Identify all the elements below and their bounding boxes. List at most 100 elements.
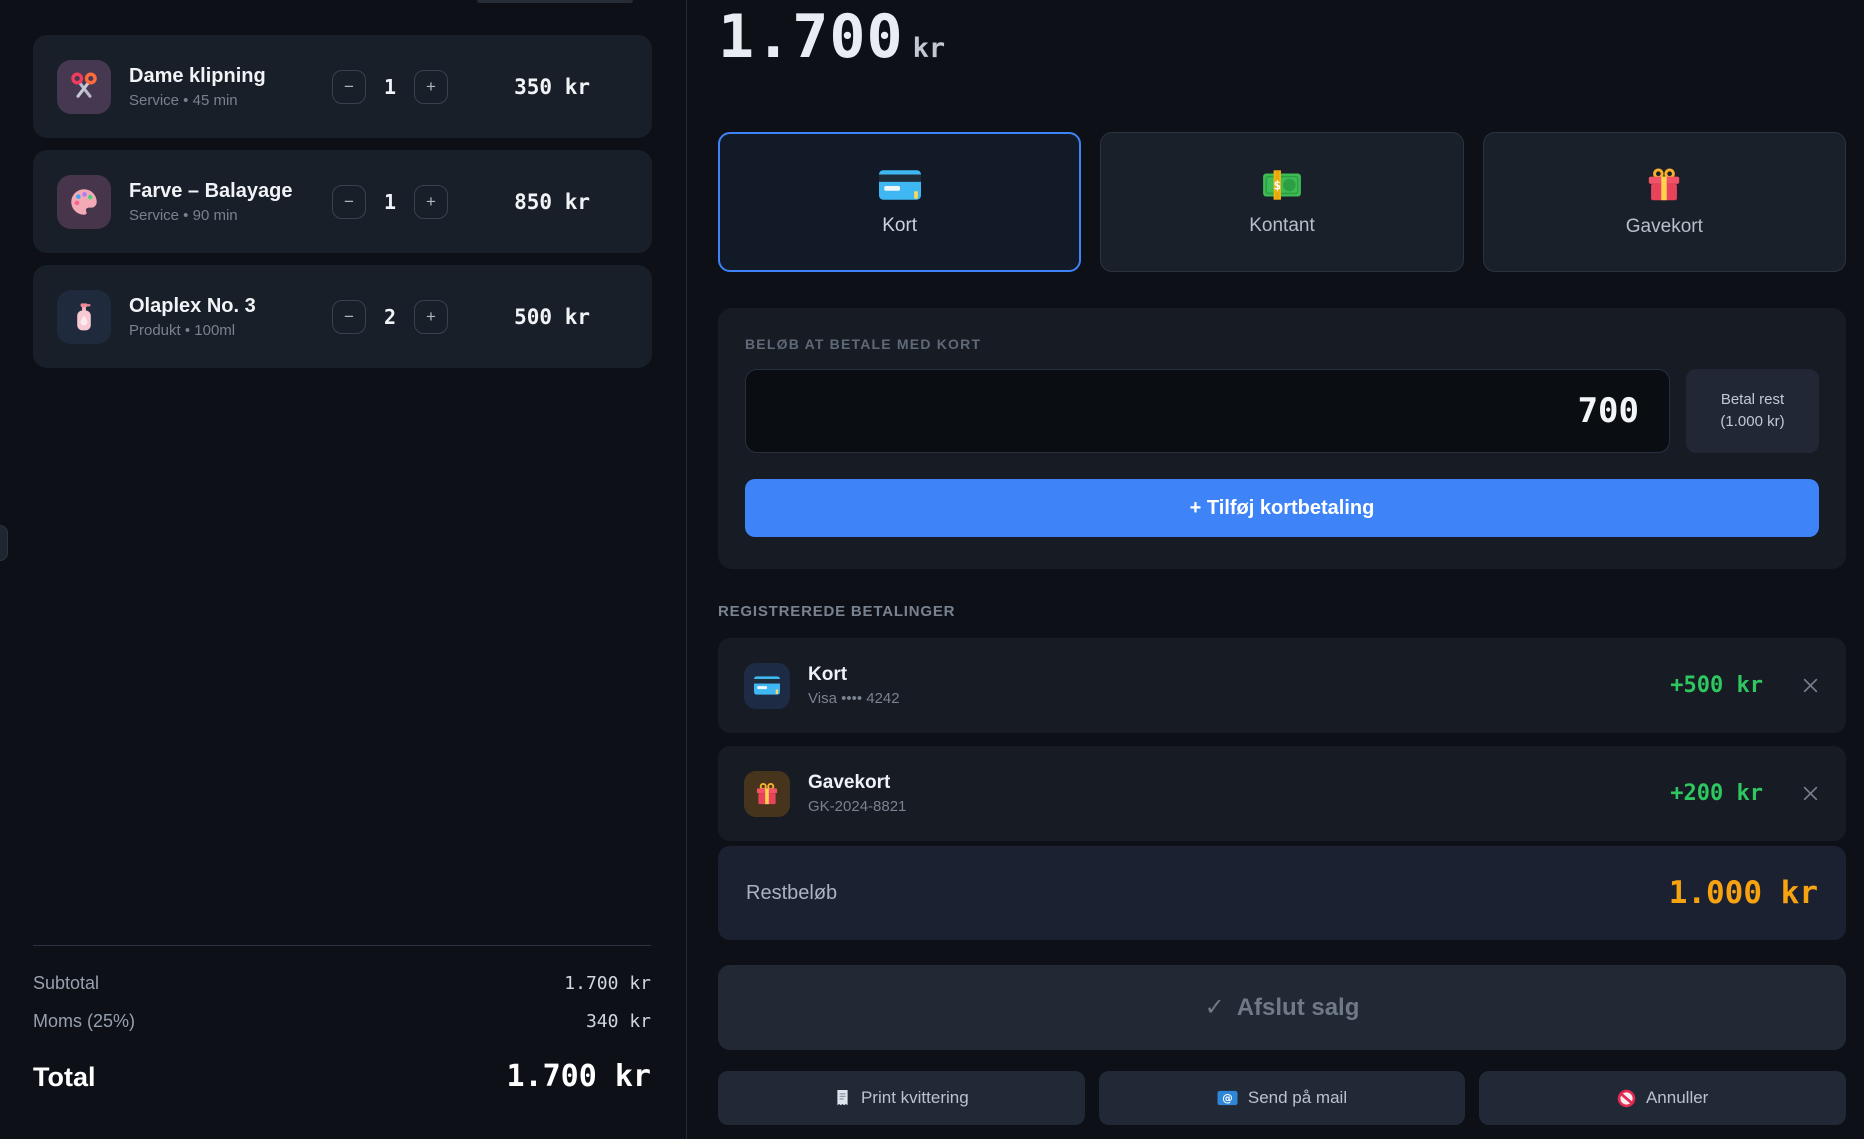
pos-checkout-screen: Dame klipning Service • 45 min − 1 + 350… xyxy=(0,0,1864,1139)
remainder-row: Restbeløb 1.000 kr xyxy=(718,846,1846,940)
item-meta: Service • 90 min xyxy=(129,207,314,224)
registered-payments-heading: REGISTREREDE BETALINGER xyxy=(718,603,1846,620)
prohibited-icon xyxy=(1617,1089,1636,1108)
bottle-icon xyxy=(57,290,111,344)
pay-rest-button[interactable]: Betal rest (1.000 kr) xyxy=(1686,369,1819,453)
subtotal-value: 1.700 kr xyxy=(564,973,651,994)
item-price: 850 kr xyxy=(480,190,590,214)
tab-label: Kontant xyxy=(1249,215,1315,237)
payment-method-name: Gavekort xyxy=(808,772,1652,795)
item-name: Olaplex No. 3 xyxy=(129,295,314,318)
decrease-quantity-button[interactable]: − xyxy=(332,185,366,219)
payment-method-name: Kort xyxy=(808,664,1652,687)
item-meta: Produkt • 100ml xyxy=(129,322,314,339)
payment-panel: 1.700 kr Kort xyxy=(687,0,1864,1139)
remainder-label: Restbeløb xyxy=(746,882,837,905)
increase-quantity-button[interactable]: + xyxy=(414,70,448,104)
svg-text:@: @ xyxy=(1222,1093,1233,1105)
pay-rest-line2: (1.000 kr) xyxy=(1720,413,1784,430)
item-meta: Service • 45 min xyxy=(129,92,314,109)
cart-summary: Subtotal 1.700 kr Moms (25%) 340 kr Tota… xyxy=(33,945,651,1094)
cash-icon: $ xyxy=(1261,168,1303,202)
tab-label: Kort xyxy=(882,215,917,237)
cancel-button[interactable]: Annuller xyxy=(1479,1071,1846,1125)
payment-row-info: Gavekort GK-2024-8821 xyxy=(808,772,1652,815)
close-icon xyxy=(1801,784,1820,803)
subtotal-row: Subtotal 1.700 kr xyxy=(33,973,651,994)
check-icon: ✓ xyxy=(1205,993,1225,1022)
footer-actions: Print kvittering @ Send på mail Annuller xyxy=(718,1071,1846,1125)
pay-rest-line1: Betal rest xyxy=(1721,391,1784,408)
item-info: Dame klipning Service • 45 min xyxy=(129,65,314,109)
email-icon: @ xyxy=(1217,1090,1238,1106)
quantity-value: 1 xyxy=(368,75,412,99)
total-row: Total 1.700 kr xyxy=(33,1059,651,1094)
tab-kontant[interactable]: $ Kontant xyxy=(1100,132,1463,272)
cart-item-dame-klipning: Dame klipning Service • 45 min − 1 + 350… xyxy=(33,35,652,138)
quantity-stepper: − 1 + xyxy=(332,70,448,104)
increase-quantity-button[interactable]: + xyxy=(414,185,448,219)
payment-method-detail: Visa •••• 4242 xyxy=(808,690,1652,707)
gift-icon xyxy=(1645,167,1683,203)
svg-text:$: $ xyxy=(1273,177,1281,192)
item-price: 500 kr xyxy=(480,305,590,329)
finish-sale-label: Afslut salg xyxy=(1237,994,1360,1022)
quantity-value: 1 xyxy=(368,190,412,214)
tax-row: Moms (25%) 340 kr xyxy=(33,1011,651,1032)
item-name: Dame klipning xyxy=(129,65,314,88)
amount-due-value: 1.700 xyxy=(718,6,904,69)
cart-item-farve-balayage: Farve – Balayage Service • 90 min − 1 + … xyxy=(33,150,652,253)
tab-gavekort[interactable]: Gavekort xyxy=(1483,132,1846,272)
card-amount-row: Betal rest (1.000 kr) xyxy=(745,369,1819,453)
print-receipt-button[interactable]: Print kvittering xyxy=(718,1071,1085,1125)
finish-sale-button[interactable]: ✓ Afslut salg xyxy=(718,965,1846,1050)
payment-method-tabs: Kort $ Kontant xyxy=(718,132,1846,272)
scrolled-item-edge xyxy=(477,0,633,3)
item-price: 350 kr xyxy=(480,75,590,99)
remainder-value: 1.000 kr xyxy=(1669,875,1818,911)
payment-amount: +500 kr xyxy=(1670,673,1763,698)
remove-payment-button[interactable] xyxy=(1801,676,1820,695)
registered-payment-gavekort: Gavekort GK-2024-8821 +200 kr xyxy=(718,746,1846,841)
item-name: Farve – Balayage xyxy=(129,180,314,203)
palette-icon xyxy=(57,175,111,229)
registered-payment-kort: Kort Visa •••• 4242 +500 kr xyxy=(718,638,1846,733)
quantity-stepper: − 1 + xyxy=(332,185,448,219)
item-info: Olaplex No. 3 Produkt • 100ml xyxy=(129,295,314,339)
card-amount-input[interactable] xyxy=(745,369,1670,453)
payment-amount: +200 kr xyxy=(1670,781,1763,806)
close-icon xyxy=(1801,676,1820,695)
card-payment-form: BELØB AT BETALE MED KORT Betal rest (1.0… xyxy=(718,308,1846,569)
increase-quantity-button[interactable]: + xyxy=(414,300,448,334)
credit-card-icon xyxy=(744,663,790,709)
credit-card-icon xyxy=(879,168,921,202)
tab-label: Gavekort xyxy=(1626,216,1703,238)
panel-drag-handle[interactable] xyxy=(0,525,8,561)
tax-label: Moms (25%) xyxy=(33,1011,135,1032)
quantity-stepper: − 2 + xyxy=(332,300,448,334)
cancel-label: Annuller xyxy=(1646,1088,1708,1108)
quantity-value: 2 xyxy=(368,305,412,329)
payment-method-detail: GK-2024-8821 xyxy=(808,798,1652,815)
item-info: Farve – Balayage Service • 90 min xyxy=(129,180,314,224)
decrease-quantity-button[interactable]: − xyxy=(332,300,366,334)
subtotal-label: Subtotal xyxy=(33,973,99,994)
print-receipt-label: Print kvittering xyxy=(861,1088,969,1108)
tax-value: 340 kr xyxy=(586,1011,651,1032)
decrease-quantity-button[interactable]: − xyxy=(332,70,366,104)
total-value: 1.700 kr xyxy=(507,1059,652,1094)
cart-panel: Dame klipning Service • 45 min − 1 + 350… xyxy=(0,0,687,1139)
gift-icon xyxy=(744,771,790,817)
amount-due: 1.700 kr xyxy=(718,6,1846,69)
tab-kort[interactable]: Kort xyxy=(718,132,1081,272)
send-email-label: Send på mail xyxy=(1248,1088,1347,1108)
remove-payment-button[interactable] xyxy=(1801,784,1820,803)
send-email-button[interactable]: @ Send på mail xyxy=(1099,1071,1466,1125)
card-amount-label: BELØB AT BETALE MED KORT xyxy=(745,336,1819,352)
amount-due-currency: kr xyxy=(913,33,946,69)
cart-item-olaplex: Olaplex No. 3 Produkt • 100ml − 2 + 500 … xyxy=(33,265,652,368)
payment-row-info: Kort Visa •••• 4242 xyxy=(808,664,1652,707)
add-card-payment-button[interactable]: + Tilføj kortbetaling xyxy=(745,479,1819,537)
total-label: Total xyxy=(33,1062,96,1093)
receipt-icon xyxy=(834,1088,851,1109)
